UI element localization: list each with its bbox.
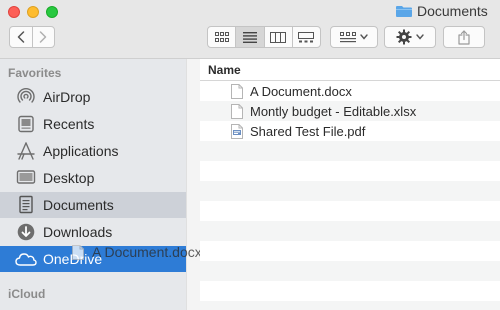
airdrop-icon xyxy=(15,87,37,107)
applications-icon xyxy=(15,141,37,161)
sidebar-item-label: Recents xyxy=(43,116,95,132)
file-row[interactable]: Shared Test File.pdf xyxy=(200,121,500,141)
sidebar-item-recents[interactable]: Recents xyxy=(0,111,186,137)
sidebar-scrollbar[interactable] xyxy=(186,59,200,310)
gear-icon xyxy=(396,29,412,45)
list-view-button[interactable] xyxy=(235,27,264,47)
name-column-header[interactable]: Name xyxy=(208,63,241,77)
empty-row xyxy=(200,141,500,161)
close-window-button[interactable] xyxy=(8,6,20,18)
toolbar: Documents xyxy=(0,0,500,59)
sidebar-item-label: Desktop xyxy=(43,170,95,186)
file-rows: A Document.docx Montly budget - Editable… xyxy=(200,81,500,310)
back-forward-group xyxy=(9,26,55,48)
minimize-window-button[interactable] xyxy=(27,6,39,18)
cloud-icon xyxy=(15,249,37,269)
chevron-down-icon xyxy=(416,34,424,40)
arrange-dropdown[interactable] xyxy=(330,26,378,48)
desktop-icon xyxy=(15,168,37,188)
window-title: Documents xyxy=(396,2,488,20)
sidebar-item-label: Documents xyxy=(43,197,114,213)
empty-row xyxy=(200,201,500,221)
sidebar-heading-favorites: Favorites xyxy=(8,66,62,80)
column-header: Name xyxy=(200,59,500,81)
chevron-right-icon xyxy=(40,31,47,43)
group-arrange-icon xyxy=(340,31,356,42)
sidebar-item-airdrop[interactable]: AirDrop xyxy=(0,84,186,110)
empty-row xyxy=(200,281,500,301)
empty-row xyxy=(200,301,500,310)
share-button[interactable] xyxy=(443,26,485,48)
view-mode-group xyxy=(207,26,321,48)
sidebar-item-onedrive[interactable]: OneDrive xyxy=(0,246,186,272)
documents-icon xyxy=(15,195,37,215)
sidebar-item-label: Applications xyxy=(43,143,119,159)
file-list: Name A Document.docx Montly budget - Edi… xyxy=(200,59,500,310)
downloads-icon xyxy=(15,222,37,242)
empty-row xyxy=(200,161,500,181)
sidebar-heading-icloud: iCloud xyxy=(8,287,46,301)
finder-window: Documents Favorites AirDrop Recents Appl… xyxy=(0,0,500,310)
list-view-icon xyxy=(242,31,257,43)
forward-button[interactable] xyxy=(31,27,55,47)
sidebar-item-documents[interactable]: Documents xyxy=(0,192,186,218)
column-view-icon xyxy=(270,31,287,43)
file-name: Montly budget - Editable.xlsx xyxy=(250,103,417,119)
empty-row xyxy=(200,241,500,261)
sidebar-item-applications[interactable]: Applications xyxy=(0,138,186,164)
pdf-icon xyxy=(230,123,244,139)
document-icon xyxy=(230,103,244,119)
chevron-left-icon xyxy=(17,31,24,43)
sidebar-item-label: Downloads xyxy=(43,224,113,240)
window-title-text: Documents xyxy=(417,3,488,19)
column-view-button[interactable] xyxy=(263,27,292,47)
chevron-down-icon xyxy=(360,34,368,40)
gallery-view-icon xyxy=(298,31,315,42)
empty-row xyxy=(200,221,500,241)
sidebar-item-label: OneDrive xyxy=(43,251,103,267)
empty-row xyxy=(200,261,500,281)
sidebar-item-downloads[interactable]: Downloads xyxy=(0,219,186,245)
zoom-window-button[interactable] xyxy=(46,6,58,18)
recents-icon xyxy=(15,114,37,134)
gallery-view-button[interactable] xyxy=(291,27,320,47)
folder-icon xyxy=(396,6,412,17)
sidebar: Favorites AirDrop Recents Applications D… xyxy=(0,59,186,310)
icon-view-button[interactable] xyxy=(208,27,235,47)
file-row[interactable]: A Document.docx xyxy=(200,81,500,101)
document-icon xyxy=(230,83,244,99)
action-dropdown[interactable] xyxy=(384,26,436,48)
file-name: Shared Test File.pdf xyxy=(250,123,366,139)
file-name: A Document.docx xyxy=(250,83,352,99)
share-icon xyxy=(458,29,470,45)
sidebar-item-label: AirDrop xyxy=(43,89,91,105)
empty-row xyxy=(200,181,500,201)
file-row[interactable]: Montly budget - Editable.xlsx xyxy=(200,101,500,121)
back-button[interactable] xyxy=(10,27,32,47)
sidebar-item-desktop[interactable]: Desktop xyxy=(0,165,186,191)
icon-view-icon xyxy=(214,32,229,42)
